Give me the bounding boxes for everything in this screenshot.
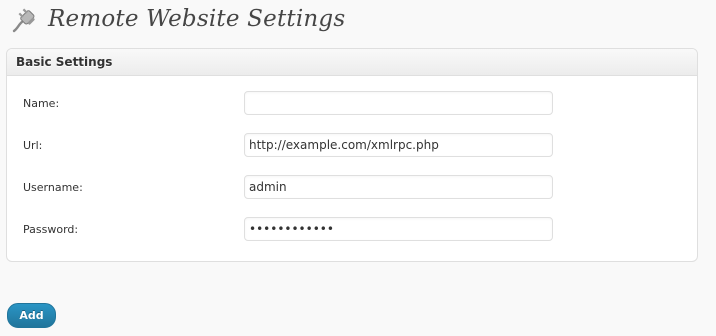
- password-input[interactable]: [244, 217, 553, 241]
- name-input[interactable]: [244, 91, 553, 115]
- url-label: Url:: [23, 139, 43, 152]
- password-row: Password:: [7, 217, 697, 249]
- panel-header: Basic Settings: [7, 49, 697, 76]
- username-input[interactable]: [244, 175, 553, 199]
- panel-title: Basic Settings: [16, 55, 113, 69]
- plugin-plug-icon: [8, 2, 42, 36]
- url-input[interactable]: [244, 133, 553, 157]
- url-row: Url:: [7, 133, 697, 165]
- password-label: Password:: [23, 223, 79, 236]
- add-button[interactable]: Add: [7, 303, 56, 328]
- name-row: Name:: [7, 91, 697, 123]
- username-label: Username:: [23, 181, 83, 194]
- page-header: Remote Website Settings: [8, 0, 345, 38]
- username-row: Username:: [7, 175, 697, 207]
- page-title: Remote Website Settings: [48, 6, 346, 32]
- basic-settings-panel: Basic Settings Name: Url: Username: Pass…: [6, 48, 698, 262]
- name-label: Name:: [23, 97, 60, 110]
